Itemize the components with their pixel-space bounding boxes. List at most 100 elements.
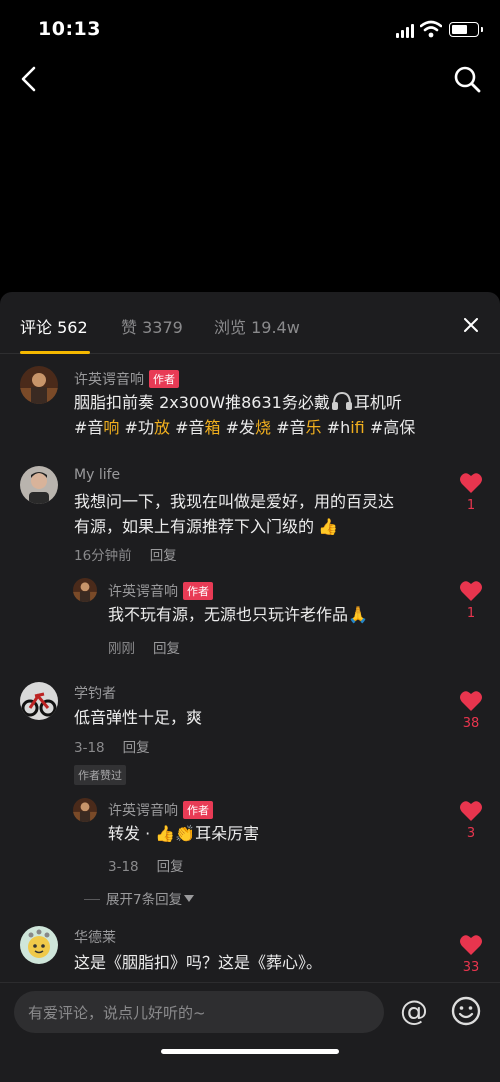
hashtag[interactable]: #发烧	[226, 418, 271, 437]
emoji-icon	[451, 996, 481, 1026]
comment-time: 16分钟前	[74, 548, 132, 564]
comment-text: 这是《胭脂扣》吗？这是《葬心》。	[74, 953, 323, 972]
status-bar: 10:13	[0, 0, 500, 60]
praying-hands-icon: 🙏	[348, 605, 368, 624]
clapping-hands-icon: 👏	[175, 824, 196, 843]
reply-text-tail: 耳朵厉害	[195, 824, 260, 843]
commenter-avatar[interactable]	[20, 926, 58, 964]
post-author-avatar[interactable]	[20, 366, 58, 404]
back-arrow-icon	[21, 66, 36, 92]
hashtag[interactable]: #音乐	[276, 418, 321, 437]
author-liked-tag: 作者赞过	[74, 765, 126, 785]
tab-likes[interactable]: 赞 3379	[121, 314, 183, 338]
hashtag-text: #h	[326, 418, 351, 437]
post-text: 胭脂扣前奏 2x300W推8631务必戴 耳机听	[74, 390, 402, 415]
reply-button[interactable]: 回复	[150, 548, 177, 564]
emoji-button[interactable]	[450, 995, 482, 1027]
commenter-name[interactable]: My life	[74, 467, 120, 483]
reply-author-name[interactable]: 许英谔音响 作者	[108, 800, 213, 820]
back-button[interactable]	[12, 62, 46, 96]
reply-author-name-text: 许英谔音响	[108, 803, 178, 819]
comment-input[interactable]: 有爱评论，说点儿好听的~	[14, 991, 384, 1033]
search-button[interactable]	[450, 62, 484, 96]
close-icon	[464, 318, 478, 332]
expand-replies-button[interactable]: 展开7条回复	[84, 888, 195, 908]
active-tab-indicator	[20, 351, 90, 354]
hashtag[interactable]: #音箱	[175, 418, 220, 437]
heart-icon	[460, 473, 482, 493]
commenter-avatar[interactable]	[20, 466, 58, 504]
comment-meta: 16分钟前 回复	[74, 544, 177, 564]
reply-meta: 3-18 回复	[108, 855, 184, 875]
hashtag[interactable]: #音响	[74, 418, 119, 437]
comment-time: 3-18	[74, 740, 105, 756]
like-count: 1	[466, 498, 476, 513]
reply-text: 我不玩有源，无源也只玩许老作品🙏	[108, 602, 368, 627]
reply-text-main: 转发 ·	[108, 824, 156, 843]
tab-views[interactable]: 浏览 19.4w	[214, 314, 300, 338]
reply-author-name[interactable]: 许英谔音响 作者	[108, 581, 213, 601]
comment-input-bar: 有爱评论，说点儿好听的~ @	[0, 982, 500, 1082]
like-count: 38	[462, 716, 480, 731]
commenter-name[interactable]: 华德莱	[74, 927, 116, 947]
reply-author-avatar[interactable]	[73, 798, 97, 822]
comment-panel: 评论 562 赞 3379 浏览 19.4w 许英谔音响 作者 胭脂扣前奏 2x3…	[0, 292, 500, 1082]
like-button[interactable]: 38	[453, 690, 489, 731]
thumbs-up-icon: 👍	[318, 517, 338, 536]
post-author-name-text: 许英谔音响	[74, 372, 144, 388]
tab-comments[interactable]: 评论 562	[20, 314, 88, 338]
avatar-image	[73, 798, 97, 822]
post-text-main: 胭脂扣前奏 2x300W推8631务必戴	[74, 393, 330, 412]
hashtag[interactable]: #高保	[370, 418, 415, 437]
reply-author-name-text: 许英谔音响	[108, 584, 178, 600]
divider	[84, 899, 100, 900]
hashtag-text: #音	[175, 418, 205, 437]
like-button[interactable]: 1	[453, 472, 489, 513]
hashtag-text: #功	[124, 418, 154, 437]
like-count: 1	[466, 606, 476, 621]
wifi-icon	[420, 20, 442, 38]
search-icon	[454, 66, 481, 93]
comment-text: 我想问一下，我现在叫做是爱好，用的百灵达	[74, 492, 395, 511]
like-button[interactable]: 3	[453, 800, 489, 841]
at-icon: @	[400, 994, 428, 1027]
hashtag-highlight: 烧	[255, 418, 272, 437]
home-indicator	[161, 1049, 339, 1054]
mention-button[interactable]: @	[396, 993, 432, 1029]
heart-icon	[460, 581, 482, 601]
comment-text: 低音弹性十足，爽	[74, 708, 203, 727]
reply-text-main: 我不玩有源，无源也只玩许老作品	[108, 605, 349, 624]
status-time: 10:13	[38, 18, 101, 40]
commenter-avatar[interactable]	[20, 682, 58, 720]
like-button[interactable]: 33	[453, 934, 489, 975]
author-badge: 作者	[183, 582, 213, 600]
post-hashtags: #音响 #功放 #音箱 #发烧 #音乐 #hifi #高保	[74, 415, 415, 440]
comment-tabs: 评论 562 赞 3379 浏览 19.4w	[0, 292, 500, 354]
reply-text: 转发 · 👍👏耳朵厉害	[108, 821, 259, 846]
reply-button[interactable]: 回复	[153, 641, 180, 657]
reply-time: 刚刚	[108, 641, 135, 657]
hashtag-text: #音	[74, 418, 104, 437]
headphones-icon	[331, 391, 352, 410]
author-badge: 作者	[149, 370, 179, 388]
reply-button[interactable]: 回复	[123, 740, 150, 756]
avatar-image	[20, 682, 58, 720]
reply-button[interactable]: 回复	[157, 859, 184, 875]
commenter-name[interactable]: 学钓者	[74, 683, 116, 703]
reply-author-avatar[interactable]	[73, 578, 97, 602]
comment-text-line: 有源，如果上有源推荐下入门级的	[74, 517, 315, 536]
reply-time: 3-18	[108, 859, 139, 875]
hashtag[interactable]: #hifi	[327, 418, 365, 437]
author-badge: 作者	[183, 801, 213, 819]
hashtag-text: #音	[276, 418, 306, 437]
comment-meta: 3-18 回复	[74, 736, 150, 756]
avatar-image	[20, 926, 58, 964]
hashtag-highlight: 响	[103, 418, 120, 437]
like-button[interactable]: 1	[453, 580, 489, 621]
hashtag[interactable]: #功放	[125, 418, 170, 437]
post-author-name[interactable]: 许英谔音响 作者	[74, 369, 179, 389]
post-text-tail: 耳机听	[353, 393, 402, 412]
close-button[interactable]	[458, 312, 484, 338]
avatar-image	[20, 366, 58, 404]
hashtag-text: #高保	[369, 418, 416, 437]
